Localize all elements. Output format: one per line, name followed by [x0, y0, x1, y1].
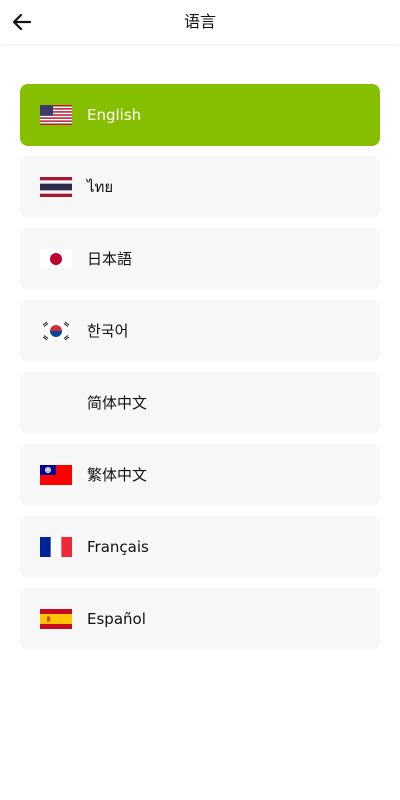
japan-flag-icon — [40, 249, 72, 269]
language-item-simplified-chinese[interactable]: 简体中文 — [20, 372, 380, 434]
language-label: ไทย — [87, 178, 114, 196]
language-item-thai[interactable]: ไทย — [20, 156, 380, 218]
language-item-french[interactable]: Français — [20, 516, 380, 578]
language-item-korean[interactable]: 한국어 — [20, 300, 380, 362]
language-item-traditional-chinese[interactable]: 繁体中文 — [20, 444, 380, 506]
top-bar: 语言 — [0, 0, 400, 44]
language-label: Français — [87, 538, 149, 556]
language-label: 한국어 — [87, 322, 129, 340]
thailand-flag-icon — [40, 177, 72, 197]
language-label: 日本語 — [87, 250, 133, 268]
language-item-spanish[interactable]: Español — [20, 588, 380, 650]
korea-flag-icon — [40, 321, 72, 341]
language-label: 繁体中文 — [87, 466, 148, 484]
france-flag-icon — [40, 537, 72, 557]
language-label: Español — [87, 610, 146, 628]
page-title: 语言 — [183, 12, 216, 31]
language-label: English — [87, 106, 142, 124]
language-item-japanese[interactable]: 日本語 — [20, 228, 380, 290]
language-list: English ไทย 日本語 한국어 简体中文 繁体中文 Français E… — [20, 84, 380, 660]
language-label: 简体中文 — [87, 394, 148, 412]
taiwan-flag-icon — [40, 465, 72, 485]
language-item-english[interactable]: English — [20, 84, 380, 146]
us-flag-icon — [40, 105, 72, 125]
spain-flag-icon — [40, 609, 72, 629]
